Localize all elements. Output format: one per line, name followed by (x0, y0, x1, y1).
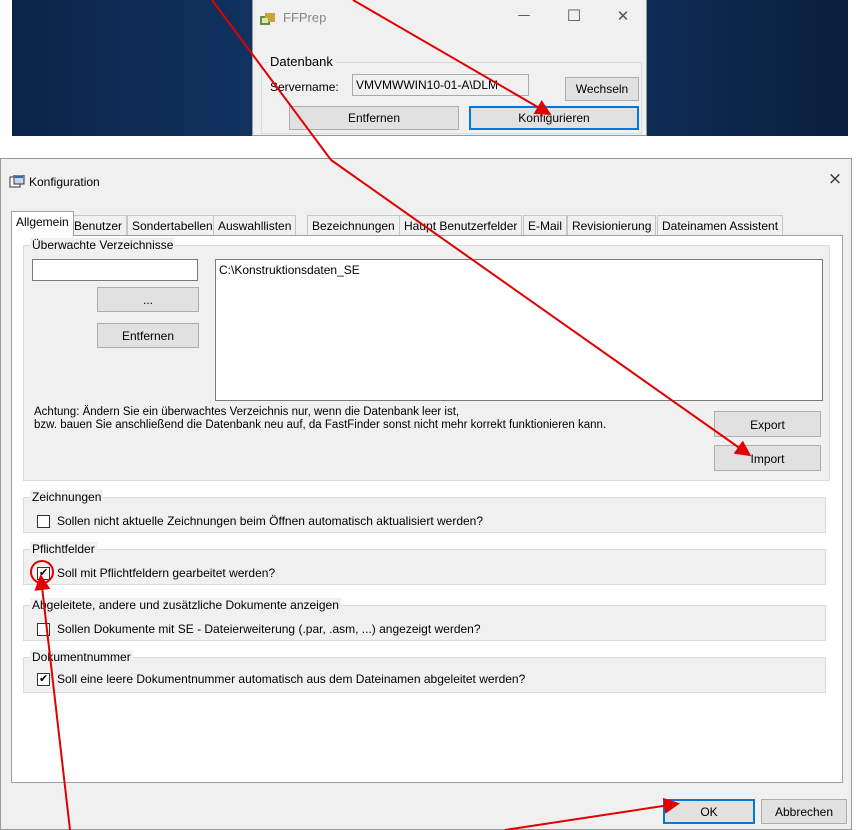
derived-documents-checkbox[interactable] (37, 623, 50, 636)
server-name-field[interactable]: VMVMWWIN10-01-A\DLM (352, 74, 529, 96)
drawings-checkbox[interactable] (37, 515, 50, 528)
warning-line-2: bzw. bauen Sie anschließend die Datenban… (34, 419, 607, 431)
directory-list[interactable]: C:\Konstruktionsdaten_SE (215, 259, 823, 401)
import-button[interactable]: Import (714, 445, 821, 471)
tab-sondertabellen[interactable]: Sondertabellen (127, 215, 218, 235)
browse-button[interactable]: ... (97, 287, 199, 312)
database-group-label: Datenbank (268, 54, 335, 69)
required-fields-checkbox[interactable] (37, 566, 50, 580)
configuration-dialog: Konfiguration × Allgemein Benutzer Sonde… (0, 158, 852, 830)
drawings-group-label: Zeichnungen (30, 490, 104, 504)
tab-email[interactable]: E-Mail (523, 215, 568, 235)
tab-allgemein[interactable]: Allgemein (11, 211, 74, 236)
ffprep-title: FFPrep (283, 10, 327, 25)
change-server-button[interactable]: Wechseln (565, 77, 639, 101)
configuration-icon (9, 174, 25, 189)
document-number-checkbox[interactable] (37, 672, 50, 686)
tab-dateinamen-assistent[interactable]: Dateinamen Assistent (657, 215, 784, 235)
ok-button[interactable]: OK (663, 799, 755, 824)
remove-database-button[interactable]: Entfernen (289, 106, 459, 130)
document-number-option-label: Soll eine leere Dokumentnummer automatis… (57, 672, 526, 686)
document-number-group-label: Dokumentnummer (30, 650, 133, 664)
warning-text: Achtung: Ändern Sie ein überwachtes Verz… (34, 406, 606, 432)
remove-directory-button[interactable]: Entfernen (97, 323, 199, 348)
directory-input[interactable] (32, 259, 198, 281)
export-button[interactable]: Export (714, 411, 821, 437)
tab-revisionierung[interactable]: Revisionierung (567, 215, 657, 235)
derived-documents-group-label: Abgeleitete, andere und zusätzliche Doku… (30, 598, 341, 612)
minimize-icon[interactable]: — (509, 8, 539, 23)
required-fields-option-label: Soll mit Pflichtfeldern gearbeitet werde… (57, 566, 276, 580)
watched-directories-label: Überwachte Verzeichnisse (30, 238, 176, 252)
configuration-title: Konfiguration (29, 175, 100, 189)
server-label: Servername: (270, 80, 339, 94)
warning-line-1: Achtung: Ändern Sie ein überwachtes Verz… (34, 406, 460, 418)
tab-auswahllisten[interactable]: Auswahllisten (213, 215, 297, 235)
derived-documents-option-label: Sollen Dokumente mit SE - Dateierweiteru… (57, 622, 481, 636)
drawings-option-label: Sollen nicht aktuelle Zeichnungen beim Ö… (57, 514, 484, 528)
maximize-icon[interactable]: ☐ (559, 6, 589, 25)
close-icon[interactable]: ✕ (608, 7, 638, 25)
tab-bezeichnungen[interactable]: Bezeichnungen (307, 215, 400, 235)
cancel-button[interactable]: Abbrechen (761, 799, 847, 824)
ffprep-window: FFPrep — ☐ ✕ Datenbank Servername: VMVMW… (252, 0, 647, 136)
tab-haupt-benutzerfelder[interactable]: Haupt Benutzerfelder (399, 215, 523, 235)
required-fields-group-label: Pflichtfelder (30, 542, 97, 556)
configure-button[interactable]: Konfigurieren (469, 106, 639, 130)
ffprep-app-icon (259, 11, 277, 27)
list-item[interactable]: C:\Konstruktionsdaten_SE (219, 262, 822, 278)
tab-benutzer[interactable]: Benutzer (69, 215, 128, 235)
close-icon[interactable]: × (823, 169, 847, 189)
